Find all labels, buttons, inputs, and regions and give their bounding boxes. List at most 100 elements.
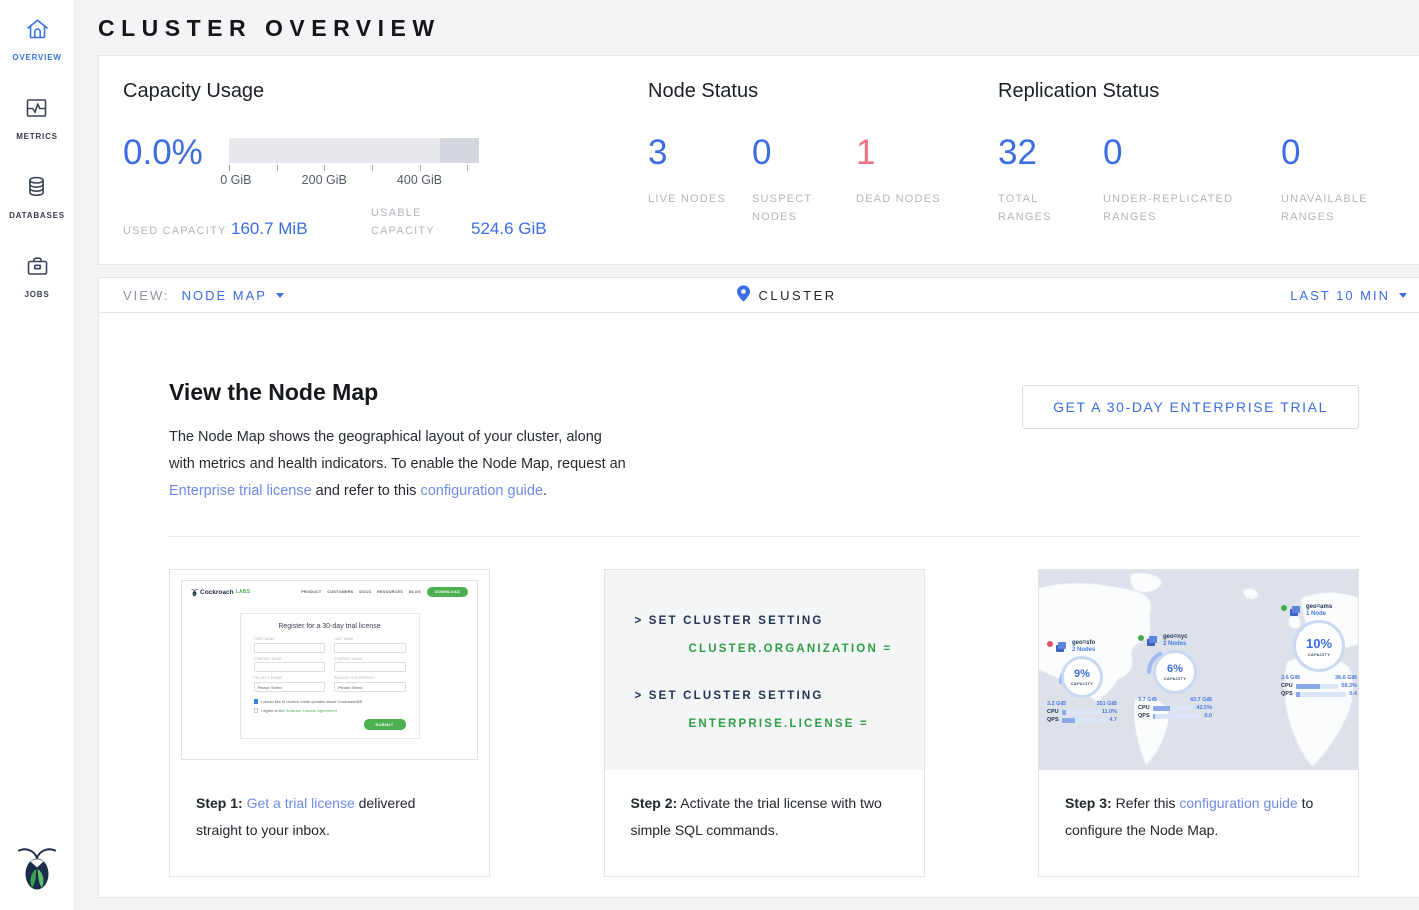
- capacity-donut: 6% CAPACITY: [1153, 650, 1197, 694]
- dead-nodes-value: 1: [856, 133, 946, 173]
- location-pin-icon: [737, 285, 750, 305]
- mini-register-form: Register for a 30-day trial license FIRS…: [240, 613, 420, 739]
- node-map-preview: geo=sfo 2 Nodes 9% CAPACITY 3.2 GiB351 G…: [1039, 570, 1358, 770]
- live-status-dot: [1138, 635, 1144, 641]
- mini-nav-item: BLOG: [409, 590, 421, 594]
- sidebar-item-label: METRICS: [16, 132, 58, 141]
- total-ranges-stat: 32 TOTAL RANGES: [998, 133, 1103, 226]
- sidebar: OVERVIEW METRICS DATABASES: [0, 0, 75, 910]
- briefcase-icon: [24, 253, 51, 284]
- suspect-nodes-label: SUSPECT NODES: [752, 190, 842, 226]
- node-map-heading: View the Node Map: [169, 379, 631, 406]
- capacity-bar-chart: 0 GiB 200 GiB 400 GiB: [229, 133, 479, 189]
- node-stack-icon: [1149, 636, 1157, 643]
- sidebar-item-databases[interactable]: DATABASES: [9, 174, 65, 220]
- cockroach-bug-logo: [16, 841, 58, 898]
- live-nodes-value: 3: [648, 133, 738, 173]
- sidebar-item-metrics[interactable]: METRICS: [16, 95, 58, 141]
- unavailable-ranges-value: 0: [1281, 133, 1401, 173]
- node-status-section: Node Status 3 LIVE NODES 0 SUSPECT NODES…: [648, 80, 998, 264]
- view-selector-dropdown[interactable]: NODE MAP: [182, 288, 284, 303]
- register-screenshot: Cockroach LABS PRODUCT CUSTOMERS DOCS RE…: [170, 570, 489, 770]
- live-nodes-label: LIVE NODES: [648, 190, 738, 208]
- locality-badge-sfo: geo=sfo 2 Nodes 9% CAPACITY 3.2 GiB351 G…: [1047, 640, 1117, 723]
- suspect-nodes-value: 0: [752, 133, 842, 173]
- node-map-description: The Node Map shows the geographical layo…: [169, 424, 631, 504]
- sql-command: > SET CLUSTER SETTING: [635, 615, 924, 627]
- live-nodes-stat: 3 LIVE NODES: [648, 133, 752, 226]
- used-capacity-label: USED CAPACITY: [123, 222, 231, 240]
- under-replicated-ranges-stat: 0 UNDER-REPLICATED RANGES: [1103, 133, 1281, 226]
- under-replicated-ranges-label: UNDER-REPLICATED RANGES: [1103, 190, 1261, 226]
- total-ranges-value: 32: [998, 133, 1083, 173]
- usable-capacity-label: USABLE CAPACITY: [371, 204, 471, 240]
- dead-status-dot: [1047, 641, 1053, 647]
- mini-nav-item: DOCS: [359, 590, 371, 594]
- mini-input: [254, 643, 326, 653]
- mini-input: [334, 643, 406, 653]
- node-status-title: Node Status: [648, 80, 998, 103]
- sidebar-item-label: JOBS: [25, 290, 50, 299]
- under-replicated-ranges-value: 0: [1103, 133, 1261, 173]
- capacity-usage-title: Capacity Usage: [123, 80, 648, 103]
- database-icon: [23, 174, 50, 205]
- main-content: CLUSTER OVERVIEW Capacity Usage 0.0%: [75, 0, 1419, 910]
- unavailable-ranges-label: UNAVAILABLE RANGES: [1281, 190, 1401, 226]
- step-3-card: geo=sfo 2 Nodes 9% CAPACITY 3.2 GiB351 G…: [1038, 569, 1359, 877]
- chevron-down-icon: [1399, 293, 1407, 298]
- enterprise-trial-license-link[interactable]: Enterprise trial license: [169, 483, 312, 499]
- sql-command: > SET CLUSTER SETTING: [635, 690, 924, 702]
- enterprise-trial-button[interactable]: GET A 30-DAY ENTERPRISE TRIAL: [1022, 385, 1359, 429]
- node-map-panel: View the Node Map The Node Map shows the…: [98, 313, 1419, 898]
- capacity-usage-section: Capacity Usage 0.0%: [123, 80, 648, 264]
- usable-capacity-value: 524.6 GiB: [471, 219, 547, 240]
- sidebar-item-label: DATABASES: [9, 211, 65, 220]
- app-window: OVERVIEW METRICS DATABASES: [0, 0, 1419, 910]
- unavailable-ranges-stat: 0 UNAVAILABLE RANGES: [1281, 133, 1401, 226]
- capacity-donut: 10% CAPACITY: [1293, 620, 1345, 672]
- dead-nodes-label: DEAD NODES: [856, 190, 946, 208]
- home-icon: [24, 16, 51, 47]
- view-label: VIEW:: [123, 288, 170, 303]
- locality-badge-ams: geo=ams 1 Node 10% CAPACITY 3.6 GiB36.6 …: [1281, 604, 1357, 697]
- sidebar-item-label: OVERVIEW: [12, 53, 61, 62]
- sql-setting: ENTERPRISE.LICENSE =: [689, 718, 924, 730]
- mini-select: Please Select: [334, 682, 406, 692]
- mini-input: [254, 662, 326, 672]
- suspect-nodes-stat: 0 SUSPECT NODES: [752, 133, 856, 226]
- capacity-bar-reserved-segment: [440, 138, 479, 163]
- sidebar-item-overview[interactable]: OVERVIEW: [12, 16, 61, 62]
- capacity-bar-usable-segment: [229, 138, 440, 163]
- breadcrumb-cluster: CLUSTER: [758, 288, 836, 303]
- dead-nodes-stat: 1 DEAD NODES: [856, 133, 960, 226]
- sidebar-item-jobs[interactable]: JOBS: [24, 253, 51, 299]
- mini-select: Please Select: [254, 682, 326, 692]
- replication-status-title: Replication Status: [998, 80, 1401, 103]
- replication-status-section: Replication Status 32 TOTAL RANGES 0 UND…: [998, 80, 1401, 264]
- get-trial-license-link[interactable]: Get a trial license: [247, 795, 355, 811]
- time-range-dropdown[interactable]: LAST 10 MIN: [1290, 288, 1407, 303]
- cockroach-labs-logo: Cockroach LABS: [191, 588, 250, 597]
- capacity-donut: 9% CAPACITY: [1061, 656, 1103, 698]
- page-title: CLUSTER OVERVIEW: [98, 0, 1419, 55]
- mini-checkbox-checked: [254, 699, 259, 704]
- step-2-caption: Step 2: Activate the trial license with …: [605, 770, 924, 863]
- axis-tick-label: 200 GiB: [302, 173, 347, 187]
- cluster-summary-card: Capacity Usage 0.0%: [98, 55, 1419, 265]
- mini-nav-item: CUSTOMERS: [327, 590, 353, 594]
- sql-setting: CLUSTER.ORGANIZATION =: [689, 643, 924, 655]
- sql-commands-illustration: > SET CLUSTER SETTING CLUSTER.ORGANIZATI…: [605, 570, 924, 770]
- mini-nav-item: RESOURCES: [377, 590, 403, 594]
- section-divider: [169, 536, 1359, 537]
- step-1-card: Cockroach LABS PRODUCT CUSTOMERS DOCS RE…: [169, 569, 490, 877]
- mini-download-button: DOWNLOAD: [427, 587, 468, 597]
- configuration-guide-link[interactable]: configuration guide: [420, 483, 543, 499]
- live-status-dot: [1281, 605, 1287, 611]
- mini-input: [334, 662, 406, 672]
- step-1-caption: Step 1: Get a trial license delivered st…: [170, 770, 489, 863]
- node-stack-icon: [1058, 642, 1066, 649]
- step-2-card: > SET CLUSTER SETTING CLUSTER.ORGANIZATI…: [604, 569, 925, 877]
- configuration-guide-link[interactable]: configuration guide: [1179, 795, 1297, 811]
- mini-submit-button: SUBMIT: [364, 719, 406, 730]
- axis-tick-label: 0 GiB: [220, 173, 251, 187]
